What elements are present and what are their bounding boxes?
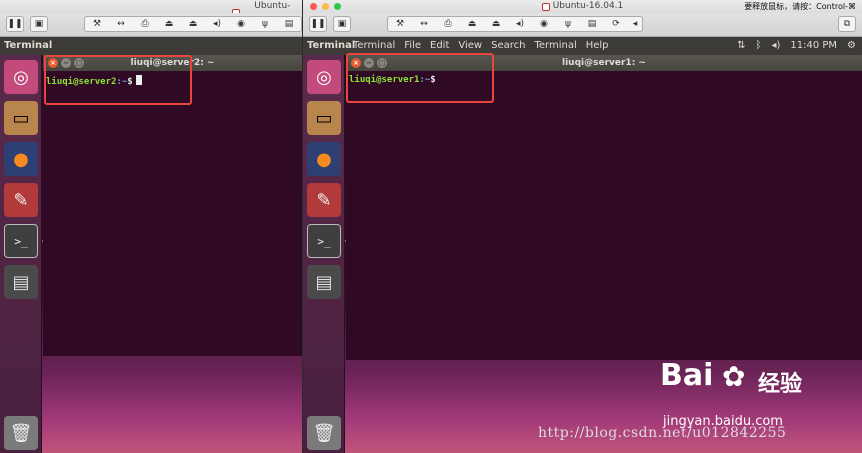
left-terminal-body[interactable]: liuqi@server2:~$ — [43, 71, 302, 356]
settings-icon[interactable]: ✎ — [4, 183, 38, 217]
firefox-icon[interactable]: ● — [4, 142, 38, 176]
power-icon[interactable]: ⚙ — [847, 37, 856, 55]
baidu-logo-cn: 经验 — [758, 372, 803, 397]
paw-icon: ✿ — [722, 360, 746, 393]
hdd-icon[interactable]: ⏏ — [181, 19, 205, 29]
right-vm-toolbar: ❚❚ ▣ ⚒ ↔ ⎙ ⏏ ⏏ ◂) ◉ ψ ▤ ⟳ ◂ ⧉ — [303, 13, 862, 37]
bluetooth-icon[interactable]: ᛒ — [755, 37, 761, 55]
mac-zoom-icon[interactable] — [334, 3, 341, 10]
menu-search[interactable]: Search — [491, 37, 525, 55]
watermark-blog-url: http://blog.csdn.net/u012842255 — [538, 425, 787, 441]
disk-icon[interactable]: ⏏ — [157, 19, 181, 29]
left-vm-window: Ubuntu-16.04 ❚❚ ▣ ⚒ ↔ ⎙ ⏏ ⏏ ◂) ◉ ψ ▤ Ter… — [0, 0, 302, 453]
disk-icon[interactable]: ⏏ — [460, 19, 484, 29]
save-icon[interactable]: ▤ — [277, 19, 301, 29]
right-terminal-body[interactable]: liuqi@server1:~$ — [346, 71, 862, 360]
highlight-box-left — [44, 55, 192, 105]
right-vm-titlebar: Ubuntu-16.04.1 要释放鼠标，请按：Control-⌘ — [303, 0, 862, 13]
trash-icon[interactable]: 🗑 — [307, 416, 341, 450]
mac-minimize-icon[interactable] — [322, 3, 329, 10]
trash-icon[interactable]: 🗑 — [4, 416, 38, 450]
camera-icon[interactable]: ◉ — [532, 19, 556, 29]
pause-icon[interactable]: ❚❚ — [309, 16, 327, 32]
right-vm-title: Ubuntu-16.04.1 — [552, 1, 624, 11]
left-ubuntu-panel: Terminal — [0, 37, 302, 55]
files-icon[interactable]: ▭ — [4, 101, 38, 135]
usb-icon[interactable]: ψ — [556, 19, 580, 29]
camera-icon[interactable]: ◉ — [229, 19, 253, 29]
left-app-name: Terminal — [4, 40, 53, 51]
firefox-icon[interactable]: ● — [307, 142, 341, 176]
snapshot-icon[interactable]: ▣ — [333, 16, 351, 32]
indicators: ⇅ ᛒ ◂) 11:40 PM ⚙ — [737, 37, 856, 55]
terminal-icon[interactable]: >_ — [4, 224, 38, 258]
left-vm-toolbar: ❚❚ ▣ ⚒ ↔ ⎙ ⏏ ⏏ ◂) ◉ ψ ▤ — [0, 13, 302, 37]
menu-help[interactable]: Help — [586, 37, 609, 55]
network-arrows-icon[interactable]: ↔ — [109, 19, 133, 29]
save-icon[interactable]: ▤ — [307, 265, 341, 299]
highlight-box-right — [346, 53, 494, 103]
volume-icon[interactable]: ◂) — [771, 37, 780, 55]
drive-icon[interactable]: ⎙ — [133, 19, 157, 29]
save-icon[interactable]: ▤ — [4, 265, 38, 299]
left-device-toolbar: ⚒ ↔ ⎙ ⏏ ⏏ ◂) ◉ ψ ▤ — [84, 16, 302, 32]
network-icon[interactable]: ⇅ — [737, 37, 745, 55]
right-terminal-title: liuqi@server1: ~ — [562, 58, 646, 68]
save-icon[interactable]: ▤ — [580, 19, 604, 29]
chevron-left-icon[interactable]: ◂ — [628, 19, 642, 29]
vm-icon — [541, 2, 550, 11]
wrench-icon[interactable]: ⚒ — [85, 19, 109, 29]
snapshot-icon[interactable]: ▣ — [30, 16, 48, 32]
mac-close-icon[interactable] — [310, 3, 317, 10]
menu-terminal-2[interactable]: Terminal — [534, 37, 576, 55]
left-vm-titlebar: Ubuntu-16.04 — [0, 0, 302, 24]
files-icon[interactable]: ▭ — [307, 101, 341, 135]
pause-icon[interactable]: ❚❚ — [6, 16, 24, 32]
hdd-icon[interactable]: ⏏ — [484, 19, 508, 29]
settings-icon[interactable]: ✎ — [307, 183, 341, 217]
sound-icon[interactable]: ◂) — [205, 19, 229, 29]
network-arrows-icon[interactable]: ↔ — [412, 19, 436, 29]
terminal-icon[interactable]: >_ — [307, 224, 341, 258]
baidu-logo-text: Bai — [660, 358, 714, 393]
usb-icon[interactable]: ψ — [253, 19, 277, 29]
drive-icon[interactable]: ⎙ — [436, 19, 460, 29]
right-device-toolbar: ⚒ ↔ ⎙ ⏏ ⏏ ◂) ◉ ψ ▤ ⟳ ◂ — [387, 16, 643, 32]
wrench-icon[interactable]: ⚒ — [388, 19, 412, 29]
ubuntu-icon[interactable]: ◎ — [307, 60, 341, 94]
release-hint: 要释放鼠标，请按：Control-⌘ — [744, 2, 856, 11]
refresh-icon[interactable]: ⟳ — [604, 19, 628, 29]
clock[interactable]: 11:40 PM — [790, 37, 837, 55]
sound-icon[interactable]: ◂) — [508, 19, 532, 29]
fullscreen-icon[interactable]: ⧉ — [838, 16, 856, 32]
ubuntu-icon[interactable]: ◎ — [4, 60, 38, 94]
